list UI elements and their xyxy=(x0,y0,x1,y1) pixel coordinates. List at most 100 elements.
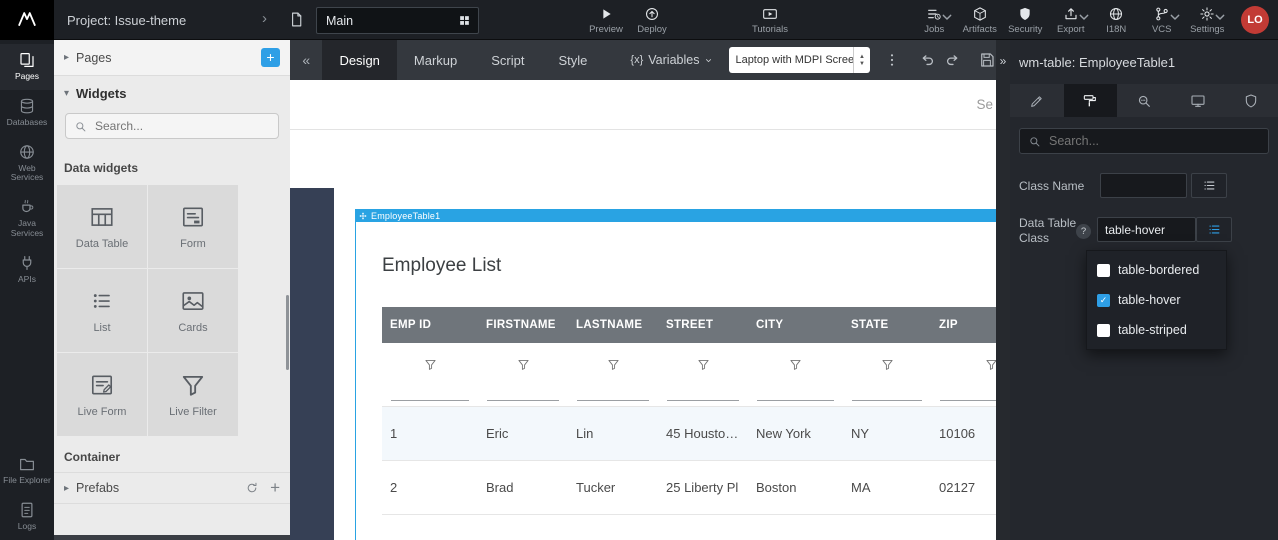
topbar-action-deploy[interactable]: Deploy xyxy=(629,0,675,40)
refresh-icon[interactable] xyxy=(245,481,259,495)
topbar-action-i18n[interactable]: I18N xyxy=(1094,0,1140,40)
column-header-state[interactable]: STATE xyxy=(843,307,931,343)
rail-item-logs[interactable]: Logs xyxy=(0,494,54,540)
filter-input-city[interactable] xyxy=(757,385,834,401)
tab-style[interactable]: Style xyxy=(542,40,605,80)
design-canvas[interactable]: Se EmployeeTable1 Employee List EMP IDFI… xyxy=(290,80,996,540)
add-page-button[interactable]: + xyxy=(261,48,280,67)
topbar-action-settings[interactable]: Settings xyxy=(1185,0,1231,40)
rail-item-pages[interactable]: Pages xyxy=(0,44,54,90)
tab-design[interactable]: Design xyxy=(322,40,396,80)
project-chevron-icon[interactable]: › xyxy=(262,10,267,27)
variables-button[interactable]: {x} Variables xyxy=(630,53,713,67)
redo-button[interactable] xyxy=(944,51,962,69)
data-widgets-group-title: Data widgets xyxy=(54,145,290,185)
collapse-right-panel-button[interactable]: » xyxy=(996,54,1010,68)
inspector-tab-inspect[interactable] xyxy=(1117,84,1171,117)
chevron-down-icon xyxy=(1212,9,1228,25)
topbar-action-export[interactable]: Export xyxy=(1048,0,1094,40)
rail-item-apis[interactable]: APIs xyxy=(0,247,54,293)
inspector-tab-properties[interactable] xyxy=(1010,84,1064,117)
filter-input-zip[interactable] xyxy=(940,385,996,401)
rail-item-databases[interactable]: Databases xyxy=(0,90,54,136)
widget-card-live-filter[interactable]: Live Filter xyxy=(148,353,238,436)
widget-card-cards[interactable]: Cards xyxy=(148,269,238,352)
column-header-street[interactable]: STREET xyxy=(658,307,748,343)
class-name-input[interactable] xyxy=(1100,173,1187,198)
widget-card-data-table[interactable]: Data Table xyxy=(57,185,147,268)
topbar-action-vcs[interactable]: VCS xyxy=(1139,0,1185,40)
employee-table-widget[interactable]: Employee List EMP IDFIRSTNAMELASTNAMESTR… xyxy=(355,222,996,540)
class-name-label: Class Name xyxy=(1019,179,1084,193)
checkbox-icon xyxy=(1097,264,1110,277)
pages-section-header[interactable]: ▸ Pages + xyxy=(54,40,290,76)
tab-markup[interactable]: Markup xyxy=(397,40,474,80)
widgets-section-label: Widgets xyxy=(76,86,126,101)
rail-item-file-explorer[interactable]: File Explorer xyxy=(0,448,54,494)
inspector-tab-styles[interactable] xyxy=(1064,84,1118,117)
widget-search-input[interactable] xyxy=(93,118,270,134)
column-header-zip[interactable]: ZIP xyxy=(931,307,996,343)
topbar-action-jobs[interactable]: Jobs xyxy=(912,0,958,40)
table-title: Employee List xyxy=(382,255,996,277)
prefabs-section-label: Prefabs xyxy=(76,481,119,495)
table-cell: Eric xyxy=(478,406,568,460)
collapse-left-panel-button[interactable]: « xyxy=(290,52,322,68)
topbar-action-label: Artifacts xyxy=(963,24,997,35)
column-header-city[interactable]: CITY xyxy=(748,307,843,343)
user-avatar[interactable]: LO xyxy=(1241,6,1269,34)
data-table-class-input[interactable] xyxy=(1097,217,1196,242)
topbar-action-artifacts[interactable]: Artifacts xyxy=(957,0,1003,40)
filter-input-state[interactable] xyxy=(852,385,922,401)
class-option-table-hover[interactable]: ✓table-hover xyxy=(1087,285,1226,315)
column-header-emp-id[interactable]: EMP ID xyxy=(382,307,478,343)
tab-script[interactable]: Script xyxy=(474,40,541,80)
table-row[interactable]: 2BradTucker25 Liberty PlBostonMA02127 xyxy=(382,460,996,514)
more-options-button[interactable] xyxy=(884,52,900,68)
filter-input-firstname[interactable] xyxy=(487,385,559,401)
topbar-action-label: Jobs xyxy=(924,24,944,35)
save-button[interactable] xyxy=(978,51,996,69)
filter-input-street[interactable] xyxy=(667,385,739,401)
artifacts-icon xyxy=(972,6,988,22)
topbar-action-tutorials[interactable]: Tutorials xyxy=(747,0,793,40)
widget-selection-bar[interactable]: EmployeeTable1 xyxy=(355,209,996,222)
grid-icon[interactable] xyxy=(458,14,471,27)
class-name-picker-button[interactable] xyxy=(1191,173,1227,198)
topbar-action-preview[interactable]: Preview xyxy=(583,0,629,40)
widget-selection-label: EmployeeTable1 xyxy=(371,211,440,221)
device-select[interactable]: Laptop with MDPI Screen ▲ ▼ xyxy=(729,47,870,73)
rail-item-label: APIs xyxy=(18,275,36,285)
widgets-section-header[interactable]: ▾ Widgets xyxy=(54,76,290,110)
table-header-row: EMP IDFIRSTNAMELASTNAMESTREETCITYSTATEZI… xyxy=(382,307,996,343)
table-row[interactable]: 1EricLin45 Housto…New YorkNY10106 xyxy=(382,406,996,460)
filter-input-lastname[interactable] xyxy=(577,385,649,401)
undo-button[interactable] xyxy=(918,51,936,69)
widget-card-list[interactable]: List xyxy=(57,269,147,352)
funnel-icon xyxy=(424,358,437,371)
filter-input-emp-id[interactable] xyxy=(391,385,469,401)
topbar-action-label: Preview xyxy=(589,24,623,35)
panel-scrollbar[interactable] xyxy=(286,295,289,370)
widget-card-live-form[interactable]: Live Form xyxy=(57,353,147,436)
prefabs-section-header[interactable]: ▸ Prefabs + xyxy=(54,472,290,504)
class-option-table-bordered[interactable]: table-bordered xyxy=(1087,255,1226,285)
app-logo[interactable] xyxy=(0,0,54,40)
column-header-lastname[interactable]: LASTNAME xyxy=(568,307,658,343)
add-prefab-button[interactable]: + xyxy=(270,481,280,495)
inspector-tab-devices[interactable] xyxy=(1171,84,1225,117)
rail-item-web-services[interactable]: Web Services xyxy=(0,136,54,192)
widget-grid: Data TableFormListCardsLive FormLive Fil… xyxy=(54,185,290,436)
widget-card-form[interactable]: Form xyxy=(148,185,238,268)
help-badge[interactable]: ? xyxy=(1076,224,1091,239)
device-select-stepper[interactable]: ▲ ▼ xyxy=(853,47,870,73)
column-header-firstname[interactable]: FIRSTNAME xyxy=(478,307,568,343)
stepper-down-icon: ▼ xyxy=(859,61,865,67)
data-table-class-picker-button[interactable] xyxy=(1196,217,1232,242)
property-search-input[interactable] xyxy=(1047,133,1260,149)
page-select[interactable]: Main xyxy=(316,7,479,34)
inspector-tab-security[interactable] xyxy=(1224,84,1278,117)
topbar-action-security[interactable]: Security xyxy=(1003,0,1049,40)
rail-item-java-services[interactable]: Java Services xyxy=(0,191,54,247)
class-option-table-striped[interactable]: table-striped xyxy=(1087,315,1226,345)
